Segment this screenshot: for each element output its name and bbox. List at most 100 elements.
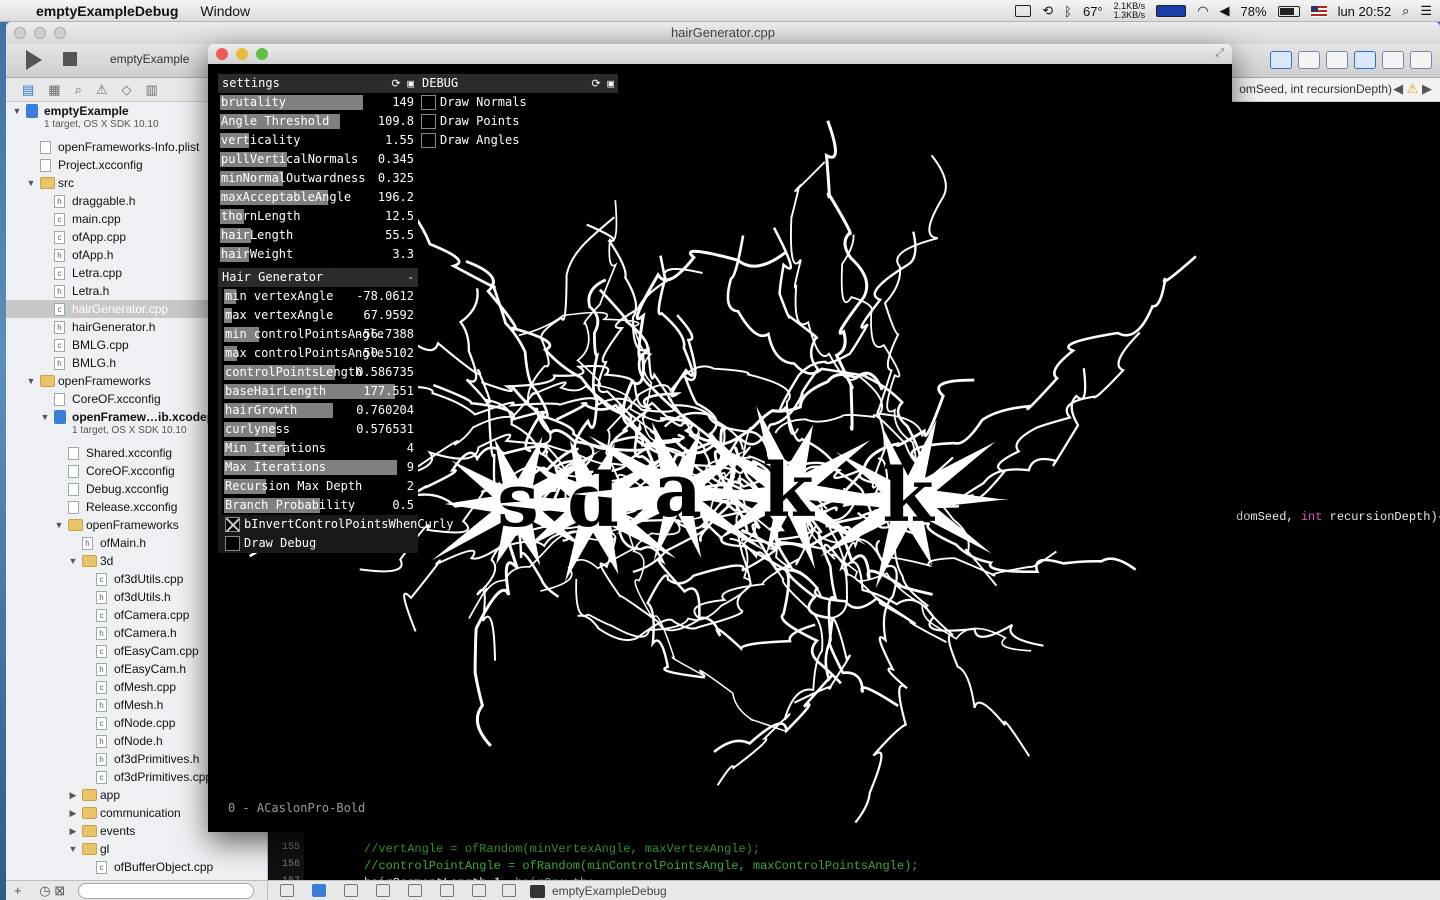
gui-slider[interactable]: controlPointsLength 0.586735 (222, 363, 418, 382)
add-file-icon[interactable]: + (14, 883, 22, 898)
assistant-editor-icon[interactable] (1298, 51, 1320, 69)
gui-slider[interactable]: Max Iterations 9 (222, 458, 418, 477)
gui-slider[interactable]: pullVerticalNormals 0.345 (218, 150, 418, 169)
version-editor-icon[interactable] (1326, 51, 1348, 69)
disclosure-open-icon[interactable]: ▼ (68, 552, 78, 570)
gui-slider[interactable]: min controlPointsAngle -56.7388 (222, 325, 418, 344)
debug-target-label[interactable]: emptyExampleDebug (552, 881, 667, 900)
save-load-icon[interactable]: ⟳ ▣ (392, 74, 414, 93)
hair-panel-header[interactable]: Hair Generator - (218, 268, 418, 287)
issue-warning-icon[interactable]: ◀ ⚠ ▶ (1393, 81, 1432, 97)
checkbox-empty-icon[interactable] (421, 95, 436, 110)
gui-slider[interactable]: Branch Probability 0.5 (222, 496, 418, 515)
save-load-icon[interactable]: ⟳ ▣ (592, 74, 614, 93)
test-navigator-icon[interactable]: ◇ (122, 82, 132, 98)
step-into-icon[interactable] (408, 884, 422, 897)
debug-panel-header[interactable]: DEBUG ⟳ ▣ (418, 74, 618, 93)
gui-slider[interactable]: verticality 1.55 (218, 131, 418, 150)
zoom-button[interactable] (54, 27, 66, 39)
of-canvas[interactable]: sdakk settings ⟳ ▣ brutality 149 Angle Thr… (208, 64, 1232, 832)
of-close-button[interactable] (216, 48, 228, 60)
app-menu[interactable]: emptyExampleDebug (36, 3, 178, 19)
gui-toggle[interactable]: Draw Points (418, 112, 618, 131)
disclosure-open-icon[interactable]: ▼ (26, 174, 36, 192)
volume-icon[interactable]: ◀ (1220, 3, 1230, 19)
view-hierarchy-icon[interactable] (472, 884, 486, 897)
gui-slider[interactable]: maxAcceptableAngle 196.2 (218, 188, 418, 207)
issue-navigator-icon[interactable]: ⚠ (96, 82, 108, 98)
of-zoom-button[interactable] (256, 48, 268, 60)
gui-slider[interactable]: hairWeight 3.3 (218, 245, 418, 264)
airplay-icon[interactable] (1015, 5, 1032, 17)
navigator-folder[interactable]: ▼ gl (6, 840, 267, 858)
stop-button[interactable] (63, 52, 77, 66)
gui-slider[interactable]: hairLength 55.5 (218, 226, 418, 245)
gui-slider[interactable]: thornLength 12.5 (218, 207, 418, 226)
gui-toggle[interactable]: Draw Angles (418, 131, 618, 150)
fullscreen-icon[interactable]: ⤢ (1215, 47, 1224, 60)
step-out-icon[interactable] (440, 884, 454, 897)
standard-editor-icon[interactable] (1270, 51, 1292, 69)
hide-debug-area-icon[interactable] (280, 884, 294, 897)
checkbox-empty-icon[interactable] (421, 133, 436, 148)
gui-slider[interactable]: Angle Threshold 109.8 (218, 112, 418, 131)
gui-slider[interactable]: curlyness 0.576531 (222, 420, 418, 439)
disclosure-open-icon[interactable]: ▼ (54, 516, 64, 534)
gui-toggle[interactable]: bInvertControlPointsWhenCurly (222, 515, 454, 534)
jump-bar-crumb[interactable]: omSeed, int recursionDepth) (1239, 82, 1392, 96)
minimize-button[interactable] (34, 27, 46, 39)
battery-icon[interactable] (1277, 5, 1300, 17)
source-control-icon[interactable]: ⊠ (54, 883, 65, 898)
gui-slider[interactable]: Recursion Max Depth 2 (222, 477, 418, 496)
utilities-toggle-icon[interactable] (1410, 51, 1432, 69)
navigator-toggle-icon[interactable] (1354, 51, 1376, 69)
memory-meter-icon[interactable] (1156, 5, 1187, 17)
debug-area-toggle-icon[interactable] (1382, 51, 1404, 69)
gui-toggle[interactable]: Draw Normals (418, 93, 618, 112)
close-button[interactable] (14, 27, 26, 39)
wifi-icon[interactable]: ◠ (1197, 3, 1208, 19)
project-navigator-icon[interactable]: ▤ (22, 82, 34, 98)
scheme-selector[interactable]: emptyExample (110, 52, 189, 66)
disclosure-closed-icon[interactable]: ▶ (68, 804, 78, 822)
battery-percent[interactable]: 78% (1241, 4, 1267, 19)
gui-slider[interactable]: minNormalOutwardness 0.325 (218, 169, 418, 188)
disclosure-open-icon[interactable]: ▼ (68, 840, 78, 858)
gui-toggle[interactable]: Draw Debug (222, 534, 418, 553)
disclosure-open-icon[interactable]: ▼ (26, 372, 36, 390)
navigator-file[interactable]: c ofBufferObject.cpp (6, 858, 267, 876)
disclosure-closed-icon[interactable]: ▶ (68, 822, 78, 840)
gui-slider[interactable]: brutality 149 (218, 93, 418, 112)
input-source-flag-icon[interactable] (1310, 5, 1327, 17)
checkbox-empty-icon[interactable] (421, 114, 436, 129)
filter-input[interactable] (78, 883, 254, 899)
pause-icon[interactable] (344, 884, 358, 897)
gui-slider[interactable]: Min Iterations 4 (222, 439, 418, 458)
checkbox-empty-icon[interactable] (225, 536, 240, 551)
gui-slider[interactable]: max controlPointsAngle 50.5102 (222, 344, 418, 363)
collapse-icon[interactable]: - (407, 268, 414, 287)
gui-slider[interactable]: max vertexAngle 67.9592 (222, 306, 418, 325)
temperature-readout[interactable]: 67° (1083, 4, 1103, 19)
gui-slider[interactable]: min vertexAngle -78.0612 (222, 287, 418, 306)
of-minimize-button[interactable] (236, 48, 248, 60)
find-navigator-icon[interactable]: ⌕ (75, 82, 82, 98)
step-over-icon[interactable] (376, 884, 390, 897)
symbol-navigator-icon[interactable]: ▦ (48, 82, 60, 98)
disclosure-open-icon[interactable]: ▼ (40, 408, 50, 426)
run-button[interactable] (26, 50, 42, 70)
gui-slider[interactable]: baseHairLength 177.551 (222, 382, 418, 401)
disclosure-open-icon[interactable]: ▼ (12, 102, 22, 120)
checkbox-checked-icon[interactable] (225, 517, 240, 532)
network-speed[interactable]: 2.1KB/s 1.3KB/s (1114, 2, 1146, 20)
clock[interactable]: lun 20:52 (1338, 4, 1392, 19)
menu-window[interactable]: Window (200, 3, 250, 19)
debug-navigator-icon[interactable]: ▥ (146, 82, 158, 98)
disclosure-closed-icon[interactable]: ▶ (68, 786, 78, 804)
bluetooth-icon[interactable]: ᛒ (1064, 4, 1072, 19)
location-icon[interactable] (502, 884, 516, 897)
settings-panel-header[interactable]: settings ⟳ ▣ (218, 74, 418, 93)
time-machine-icon[interactable]: ⟲ (1042, 3, 1053, 19)
breakpoints-toggle-icon[interactable] (312, 884, 326, 897)
spotlight-search-icon[interactable]: ⌕ (1402, 3, 1409, 19)
